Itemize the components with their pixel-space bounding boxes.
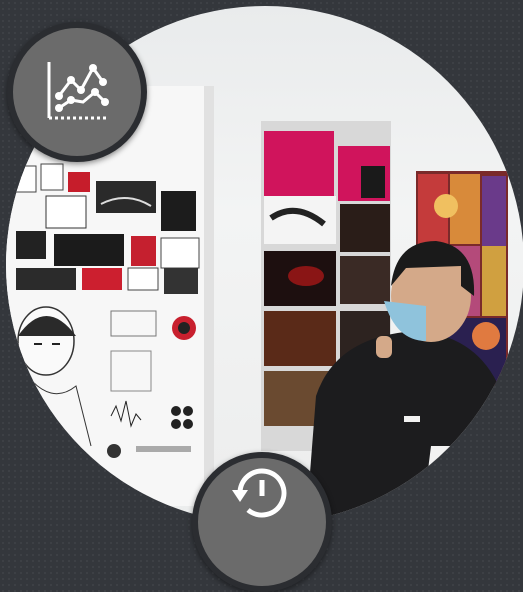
line-chart-icon[interactable] xyxy=(7,22,147,162)
line-chart-glyph xyxy=(47,62,109,120)
history-glyph xyxy=(232,468,287,518)
history-icon[interactable] xyxy=(192,452,332,592)
